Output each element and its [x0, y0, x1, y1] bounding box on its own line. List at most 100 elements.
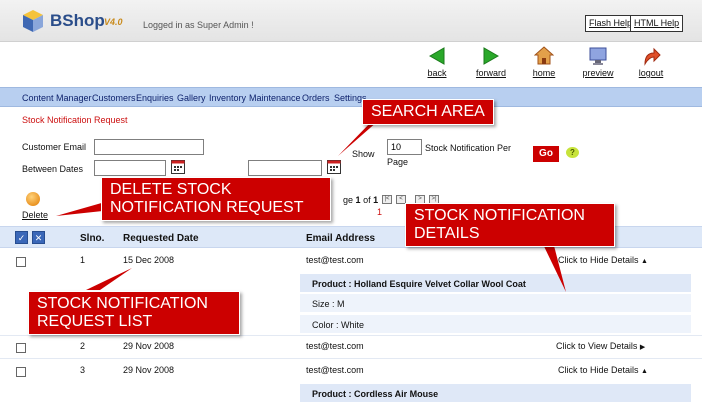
collapse-arrow-icon: ▲: [641, 368, 648, 375]
delete-icon[interactable]: [26, 192, 40, 206]
row-email: test@test.com: [306, 365, 364, 375]
details-product-text: Product : Holland Esquire Velvet Collar …: [312, 279, 526, 289]
flash-help-link[interactable]: Flash Help: [585, 15, 637, 32]
pager-text: ge 1 of 1: [343, 195, 378, 205]
menu-item-orders[interactable]: Orders: [302, 93, 330, 103]
logout-label: logout: [638, 68, 664, 78]
row-slno: 3: [80, 365, 86, 375]
delete-callout-line2: NOTIFICATION REQUEST: [110, 199, 304, 216]
details-callout-line2: DETAILS: [414, 225, 480, 242]
arrow-left-icon: [428, 47, 445, 65]
row-slno: 1: [80, 255, 86, 265]
list-callout-line2: REQUEST LIST: [37, 313, 153, 330]
row-date: 29 Nov 2008: [123, 341, 175, 351]
details-callout-line1: STOCK NOTIFICATION: [414, 207, 585, 224]
row-date: 29 Nov 2008: [123, 365, 175, 375]
details-product-text: Product : Cordless Air Mouse: [312, 389, 439, 399]
start-date-input[interactable]: [94, 160, 166, 176]
row-checkbox[interactable]: [16, 257, 26, 267]
uncheck-all-icon[interactable]: ✕: [32, 231, 45, 244]
logout-button[interactable]: logout: [629, 46, 673, 78]
home-icon: [534, 46, 554, 65]
menu-item-customers[interactable]: Customers: [92, 93, 136, 103]
list-callout-line1: STOCK NOTIFICATION: [37, 295, 208, 312]
per-page-label: Stock Notification Per: [425, 143, 512, 153]
toggle-details-label: Click to View Details: [556, 341, 638, 351]
page-title: Stock Notification Request: [22, 115, 128, 125]
toggle-details-label: Click to Hide Details: [558, 255, 639, 265]
calendar-icon[interactable]: [171, 160, 185, 174]
home-label: home: [532, 68, 556, 78]
back-label: back: [427, 68, 447, 78]
details-product: Product : Cordless Air Mouse: [300, 384, 691, 403]
row-date: 15 Dec 2008: [123, 255, 175, 265]
pager-current: 1: [355, 195, 361, 205]
menu-item-enquiries[interactable]: Enquiries: [136, 93, 174, 103]
preview-label: preview: [582, 68, 614, 78]
details-color: Color : White: [300, 315, 691, 334]
customer-email-input[interactable]: [94, 139, 204, 155]
row-slno: 2: [80, 341, 86, 351]
home-button[interactable]: home: [522, 46, 566, 78]
menu-item-content-manager[interactable]: Content Manager: [22, 93, 92, 103]
pager-total: 1: [373, 195, 379, 205]
logo-version: V4.0: [104, 17, 123, 27]
show-label: Show: [352, 149, 375, 159]
toggle-details-link[interactable]: Click to Hide Details ▲: [558, 365, 648, 375]
row-email: test@test.com: [306, 255, 364, 265]
details-color-text: Color : White: [312, 320, 365, 330]
details-size-text: Size : M: [312, 299, 345, 309]
logo-text: BShop: [50, 11, 105, 30]
col-header-requested-date: Requested Date: [123, 233, 199, 244]
row-checkbox[interactable]: [16, 343, 26, 353]
between-dates-label: Between Dates: [22, 164, 84, 174]
stock-details-callout: STOCK NOTIFICATION DETAILS: [405, 203, 615, 247]
row-email: test@test.com: [306, 341, 364, 351]
end-date-input[interactable]: [248, 160, 322, 176]
details-product: Product : Holland Esquire Velvet Collar …: [300, 274, 691, 293]
first-page-icon[interactable]: |<: [382, 195, 392, 204]
html-help-link[interactable]: HTML Help: [630, 15, 684, 32]
arrow-right-icon: [483, 47, 500, 65]
menu-item-gallery[interactable]: Gallery: [177, 93, 206, 103]
list-callout-pointer: [86, 268, 132, 290]
expand-arrow-icon: ▶: [639, 344, 646, 351]
row-divider: [0, 335, 702, 336]
main-menu-bar: Content Manager Customers Enquiries Gall…: [0, 87, 702, 107]
request-list-callout: STOCK NOTIFICATION REQUEST LIST: [28, 291, 240, 335]
delete-callout-line1: DELETE STOCK: [110, 181, 232, 198]
toggle-details-link[interactable]: Click to Hide Details ▲: [558, 255, 648, 265]
toggle-details-link[interactable]: Click to View Details ▶: [556, 341, 645, 351]
search-callout-text: SEARCH AREA: [371, 103, 485, 120]
page-label: Page: [387, 157, 409, 167]
go-button[interactable]: Go: [533, 146, 559, 162]
collapse-arrow-icon: ▲: [641, 258, 648, 265]
pager-prefix: ge: [343, 195, 354, 205]
monitor-icon: [589, 47, 607, 65]
top-bar: BShop V4.0 Logged in as Super Admin ! Fl…: [0, 0, 702, 42]
logout-arrow-icon: [644, 47, 661, 66]
col-header-slno: Slno.: [80, 233, 105, 244]
back-button[interactable]: back: [415, 46, 459, 78]
search-area-callout: SEARCH AREA: [362, 99, 494, 125]
page-number-link[interactable]: 1: [377, 207, 382, 217]
menu-item-maintenance[interactable]: Maintenance: [249, 93, 301, 103]
calendar-icon[interactable]: [327, 160, 341, 174]
pager-of: of: [363, 195, 371, 205]
check-all-icon[interactable]: ✓: [15, 231, 28, 244]
row-checkbox[interactable]: [16, 367, 26, 377]
menu-item-inventory[interactable]: Inventory: [209, 93, 246, 103]
customer-email-label: Customer Email: [22, 142, 87, 152]
per-page-input[interactable]: [387, 139, 422, 155]
logged-in-status: Logged in as Super Admin !: [143, 20, 254, 30]
forward-label: forward: [475, 68, 506, 78]
preview-button[interactable]: preview: [576, 46, 620, 78]
delete-request-callout: DELETE STOCK NOTIFICATION REQUEST: [101, 177, 331, 221]
navigation-toolbar: back forward home preview logout: [0, 42, 702, 86]
logo-cube-icon: [23, 10, 43, 32]
forward-button[interactable]: forward: [469, 46, 513, 78]
help-icon[interactable]: ?: [566, 147, 579, 158]
toggle-details-label: Click to Hide Details: [558, 365, 639, 375]
delete-link[interactable]: Delete: [22, 210, 48, 220]
details-size: Size : M: [300, 294, 691, 313]
